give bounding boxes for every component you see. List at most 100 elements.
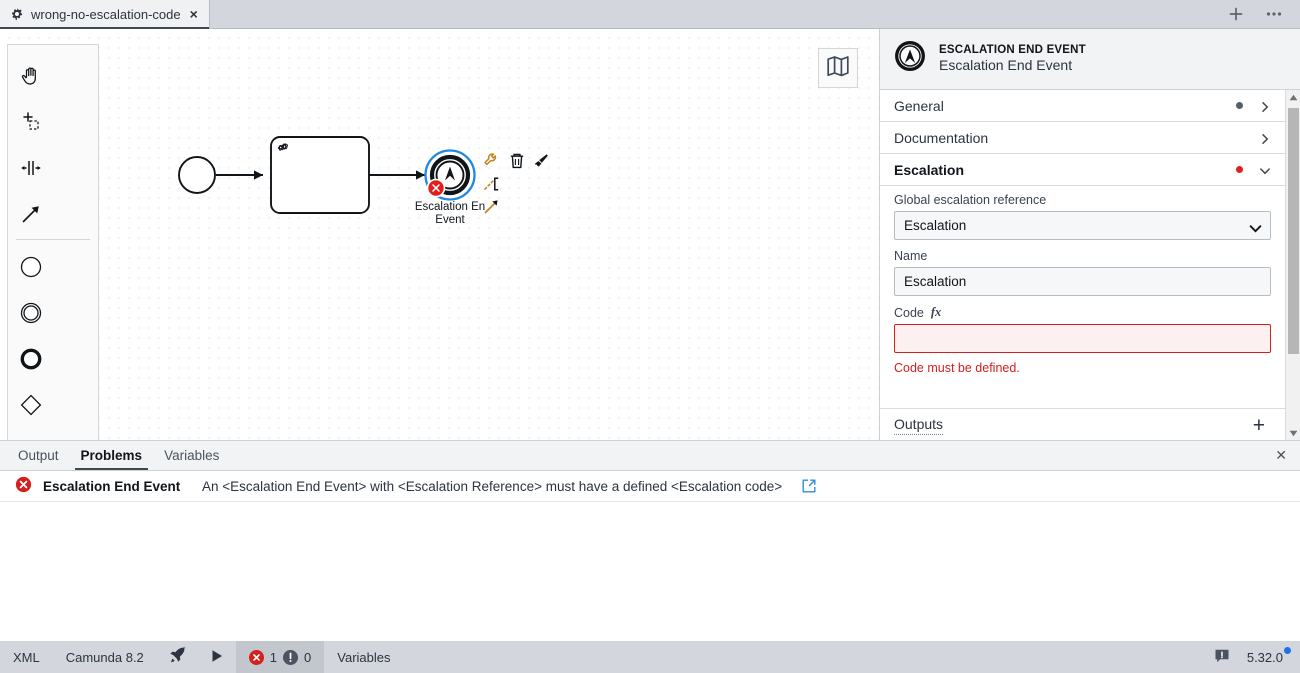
status-bar-right: 5.32.0	[1203, 641, 1300, 673]
escalation-group-body: Global escalation reference Escalation N…	[880, 186, 1285, 392]
escalation-code-input[interactable]	[894, 324, 1271, 353]
scroll-down-button[interactable]	[1289, 426, 1298, 440]
hand-tool-icon[interactable]	[8, 53, 54, 99]
problem-counts[interactable]: 1 0	[235, 641, 325, 673]
field-escalation-code: Code fx Code must be defined.	[894, 305, 1271, 375]
notifications-button[interactable]	[1203, 641, 1241, 673]
tab-title: wrong-no-escalation-code	[31, 6, 181, 22]
properties-group-general[interactable]: General	[880, 90, 1285, 122]
label-global-escalation-reference: Global escalation reference	[894, 193, 1047, 207]
problem-row[interactable]: Escalation End Event An <Escalation End …	[0, 471, 1300, 502]
chevron-right-icon	[1259, 132, 1271, 144]
bottom-panel-tabs: Output Problems Variables ✕	[0, 441, 1300, 471]
replace-icon	[484, 153, 497, 166]
group-label-escalation: Escalation	[894, 161, 965, 178]
escalation-end-event-shape	[424, 149, 476, 201]
escalation-end-event-label-line2: Event	[435, 214, 465, 226]
problem-element-name: Escalation End Event	[43, 478, 181, 494]
app-window: wrong-no-escalation-code × Escalation En…	[0, 0, 1300, 673]
bpmn-canvas[interactable]: Escalation En Event	[0, 29, 879, 440]
group-label-general: General	[894, 97, 944, 114]
service-task-shape	[270, 136, 370, 214]
group-dot-escalation	[1236, 166, 1243, 173]
tab-close-icon[interactable]: ×	[188, 6, 200, 22]
connect-icon	[484, 200, 498, 214]
field-global-escalation-reference: Global escalation reference Escalation	[894, 193, 1271, 240]
gateway-icon[interactable]	[8, 382, 54, 428]
group-label-outputs[interactable]: Outputs	[894, 415, 944, 436]
notification-icon	[1214, 648, 1230, 667]
new-diagram-button[interactable]	[1227, 5, 1245, 23]
minimap-toggle-button[interactable]	[818, 48, 858, 88]
chevron-down-icon	[1259, 164, 1271, 176]
run-button[interactable]	[198, 641, 236, 673]
xml-view-button[interactable]: XML	[0, 641, 53, 673]
error-count-icon	[248, 649, 264, 665]
properties-group-documentation[interactable]: Documentation	[880, 122, 1285, 154]
end-event-icon[interactable]	[8, 336, 54, 382]
context-pad	[484, 153, 548, 214]
tab-problems[interactable]: Problems	[70, 441, 154, 470]
delete-icon	[510, 153, 524, 169]
group-dot-general	[1236, 102, 1243, 109]
update-available-dot	[1284, 647, 1291, 654]
global-escalation-reference-select[interactable]: Escalation	[894, 211, 1271, 240]
scrollbar-track[interactable]	[1286, 104, 1300, 426]
field-escalation-name: Name	[894, 249, 1271, 296]
camunda-gear-icon	[10, 7, 24, 21]
add-output-button[interactable]: +	[1247, 415, 1271, 436]
label-escalation-code: Code fx	[894, 305, 1271, 320]
map-icon	[826, 55, 850, 82]
group-dot-documentation	[1236, 134, 1243, 141]
close-bottom-panel-button[interactable]: ✕	[1262, 441, 1300, 470]
paint-icon	[534, 154, 548, 167]
space-tool-icon[interactable]	[8, 145, 54, 191]
escalation-name-input[interactable]	[894, 267, 1271, 296]
element-type-label: ESCALATION END EVENT	[939, 43, 1086, 56]
escalation-end-event-label-line1: Escalation En	[415, 201, 485, 213]
element-name-label: Escalation End Event	[939, 56, 1073, 73]
escalation-code-error: Code must be defined.	[894, 361, 1020, 375]
chevron-right-icon	[1259, 100, 1271, 112]
properties-group-escalation[interactable]: Escalation	[880, 154, 1285, 186]
bpmn-diagram[interactable]: Escalation En Event	[0, 29, 879, 440]
error-count: 1	[269, 649, 278, 665]
tab-output[interactable]: Output	[7, 441, 70, 470]
code-label-text: Code	[894, 305, 924, 320]
rocket-icon	[168, 646, 187, 668]
bottom-panel: Output Problems Variables ✕ Escalation E…	[0, 440, 1300, 641]
variables-button[interactable]: Variables	[324, 641, 403, 673]
properties-groups: General Documentation Escalation Global …	[880, 90, 1285, 440]
deploy-button[interactable]	[157, 641, 198, 673]
engine-version-button[interactable]: Camunda 8.2	[53, 641, 157, 673]
warning-count-icon	[283, 649, 299, 665]
start-event-shape	[178, 156, 216, 194]
version-label: 5.32.0	[1246, 649, 1283, 665]
warning-count: 0	[304, 649, 312, 665]
connect-tool-icon[interactable]	[8, 191, 54, 237]
scroll-up-button[interactable]	[1289, 90, 1298, 104]
fx-toggle-icon[interactable]: fx	[931, 305, 941, 320]
lasso-tool-icon[interactable]	[8, 99, 54, 145]
problem-message: An <Escalation End Event> with <Escalati…	[202, 478, 783, 494]
app-version[interactable]: 5.32.0	[1241, 641, 1300, 673]
scrollbar-thumb[interactable]	[1288, 108, 1299, 354]
more-options-button[interactable]	[1265, 5, 1283, 23]
label-escalation-name: Name	[894, 249, 928, 263]
properties-group-outputs[interactable]: Outputs +	[880, 408, 1285, 440]
bpmn-palette[interactable]	[7, 44, 99, 440]
tab-variables[interactable]: Variables	[153, 441, 230, 470]
properties-scrollbar[interactable]	[1285, 90, 1300, 440]
start-event-icon[interactable]	[8, 244, 54, 290]
properties-header: ESCALATION END EVENT Escalation End Even…	[880, 29, 1300, 90]
task-icon[interactable]	[8, 428, 54, 440]
external-link-icon[interactable]	[802, 479, 816, 493]
tab-bar-actions	[1227, 0, 1300, 28]
intermediate-event-icon[interactable]	[8, 290, 54, 336]
properties-panel: ESCALATION END EVENT Escalation End Even…	[879, 29, 1300, 440]
editor-tab[interactable]: wrong-no-escalation-code ×	[0, 0, 210, 29]
escalation-end-event-icon	[894, 40, 926, 77]
play-icon	[209, 648, 225, 667]
group-label-documentation: Documentation	[894, 129, 989, 146]
tab-bar: wrong-no-escalation-code ×	[0, 0, 1300, 29]
